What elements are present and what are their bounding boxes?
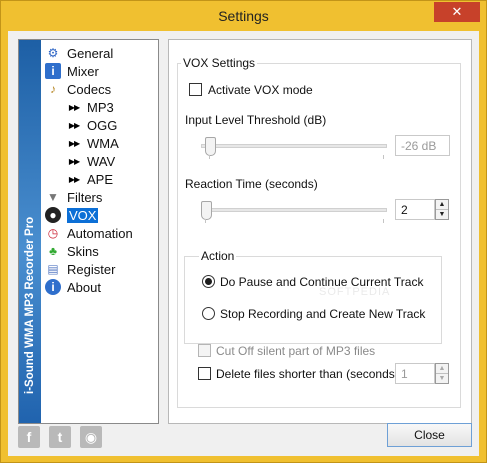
nav-item-label: About (67, 279, 101, 295)
cut-off-silent-label: Cut Off silent part of MP3 files (216, 344, 376, 358)
clock-icon: ◷ (47, 226, 59, 240)
nav-item-label: Mixer (67, 63, 99, 79)
threshold-slider-tick (209, 155, 210, 159)
vox-group-title: VOX Settings (181, 56, 258, 70)
settings-nav-panel: i-Sound WMA MP3 Recorder Pro ⚙ General i… (18, 39, 159, 424)
twitter-icon: t (57, 429, 63, 445)
close-button[interactable]: Close (387, 423, 472, 447)
radio-selected-dot (205, 278, 212, 285)
facebook-icon: f (26, 429, 32, 445)
nav-item-general[interactable]: ⚙ General (45, 44, 157, 62)
gear-icon: ⚙ (47, 46, 59, 60)
spin-down-icon: ▼ (438, 375, 446, 382)
activate-vox-label: Activate VOX mode (208, 83, 313, 97)
reaction-time-spinner[interactable]: ▲ ▼ (435, 199, 449, 220)
nav-item-mixer[interactable]: i Mixer (45, 62, 157, 80)
arrow-icon: ▶▶ (68, 174, 80, 184)
cut-off-silent-checkbox (198, 344, 211, 357)
nav-item-label: WAV (87, 153, 116, 169)
nav-item-skins[interactable]: ♣ Skins (45, 242, 157, 260)
nav-item-label: Skins (67, 243, 99, 259)
delete-seconds-spinner: ▲ ▼ (435, 363, 449, 384)
brand-vertical-text: i-Sound WMA MP3 Recorder Pro (24, 216, 36, 394)
threshold-label: Input Level Threshold (dB) (185, 113, 327, 127)
reaction-time-input[interactable]: 2 (395, 199, 435, 220)
facebook-button[interactable]: f (18, 426, 40, 448)
delete-seconds-input: 1 (395, 363, 435, 384)
skins-icon: ♣ (49, 244, 57, 258)
dialog-client-area: i-Sound WMA MP3 Recorder Pro ⚙ General i… (8, 31, 479, 456)
settings-nav-list: ⚙ General i Mixer ♪ Codecs ▶▶ MP3 ▶▶ OGG… (45, 44, 157, 296)
rss-button[interactable]: ◉ (80, 426, 102, 448)
nav-item-label: VOX (65, 206, 100, 224)
nav-item-ape[interactable]: ▶▶ APE (45, 170, 157, 188)
arrow-icon: ▶▶ (68, 120, 80, 130)
close-icon: ✕ (451, 4, 463, 19)
stop-create-label: Stop Recording and Create New Track (220, 307, 426, 321)
threshold-slider-tick (383, 155, 384, 159)
nav-item-automation[interactable]: ◷ Automation (45, 224, 157, 242)
about-icon: i (45, 279, 61, 295)
reaction-slider-thumb[interactable] (201, 201, 212, 220)
nav-item-label: Codecs (67, 81, 112, 97)
arrow-icon: ▶▶ (68, 138, 80, 148)
action-group (184, 256, 442, 344)
vox-settings-panel: VOX Settings Activate VOX mode Input Lev… (168, 39, 472, 424)
threshold-slider-track[interactable] (201, 144, 387, 148)
title-bar: Settings ✕ (1, 1, 486, 31)
stop-create-radio[interactable] (202, 307, 215, 320)
funnel-icon: ▼ (47, 190, 59, 204)
reaction-slider-tick (205, 219, 206, 223)
nav-item-label: APE (87, 171, 114, 187)
rss-icon: ◉ (84, 428, 98, 445)
nav-item-label: Filters (67, 189, 103, 205)
nav-item-label: General (67, 45, 114, 61)
threshold-value-field: -26 dB (395, 135, 450, 156)
nav-item-label: Register (67, 261, 116, 277)
delete-short-files-checkbox[interactable] (198, 367, 211, 380)
nav-item-ogg[interactable]: ▶▶ OGG (45, 116, 157, 134)
nav-item-wav[interactable]: ▶▶ WAV (45, 152, 157, 170)
nav-item-codecs[interactable]: ♪ Codecs (45, 80, 157, 98)
nav-item-mp3[interactable]: ▶▶ MP3 (45, 98, 157, 116)
pause-continue-radio[interactable] (202, 275, 215, 288)
nav-item-label: Automation (67, 225, 133, 241)
arrow-icon: ▶▶ (68, 102, 80, 112)
nav-item-label: OGG (87, 117, 118, 133)
register-icon: ▤ (47, 262, 59, 276)
nav-item-label: WMA (87, 135, 119, 151)
nav-item-filters[interactable]: ▼ Filters (45, 188, 157, 206)
softpedia-watermark: SOFTPEDIA (319, 286, 391, 298)
spin-down-icon[interactable]: ▼ (436, 210, 448, 219)
reaction-time-label: Reaction Time (seconds) (185, 177, 318, 191)
brand-strip: i-Sound WMA MP3 Recorder Pro (19, 40, 41, 423)
reaction-slider-tick (383, 219, 384, 223)
delete-short-files-label: Delete files shorter than (seconds): (216, 367, 403, 381)
settings-window: Settings ✕ i-Sound WMA MP3 Recorder Pro … (0, 0, 487, 463)
reaction-slider-track[interactable] (201, 208, 387, 212)
codecs-icon: ♪ (50, 82, 56, 96)
nav-item-vox[interactable]: ● VOX (45, 206, 157, 224)
nav-item-register[interactable]: ▤ Register (45, 260, 157, 278)
info-icon: i (45, 63, 61, 79)
vox-icon: ● (45, 207, 61, 223)
spin-up-icon[interactable]: ▲ (436, 200, 448, 210)
twitter-button[interactable]: t (49, 426, 71, 448)
window-close-button[interactable]: ✕ (434, 2, 480, 22)
nav-item-about[interactable]: i About (45, 278, 157, 296)
action-group-title: Action (199, 249, 237, 263)
arrow-icon: ▶▶ (68, 156, 80, 166)
window-title: Settings (218, 8, 269, 24)
nav-item-wma[interactable]: ▶▶ WMA (45, 134, 157, 152)
spin-up-icon: ▲ (436, 364, 448, 374)
activate-vox-checkbox[interactable] (189, 83, 202, 96)
nav-item-label: MP3 (87, 99, 114, 115)
threshold-slider-thumb[interactable] (205, 137, 216, 156)
